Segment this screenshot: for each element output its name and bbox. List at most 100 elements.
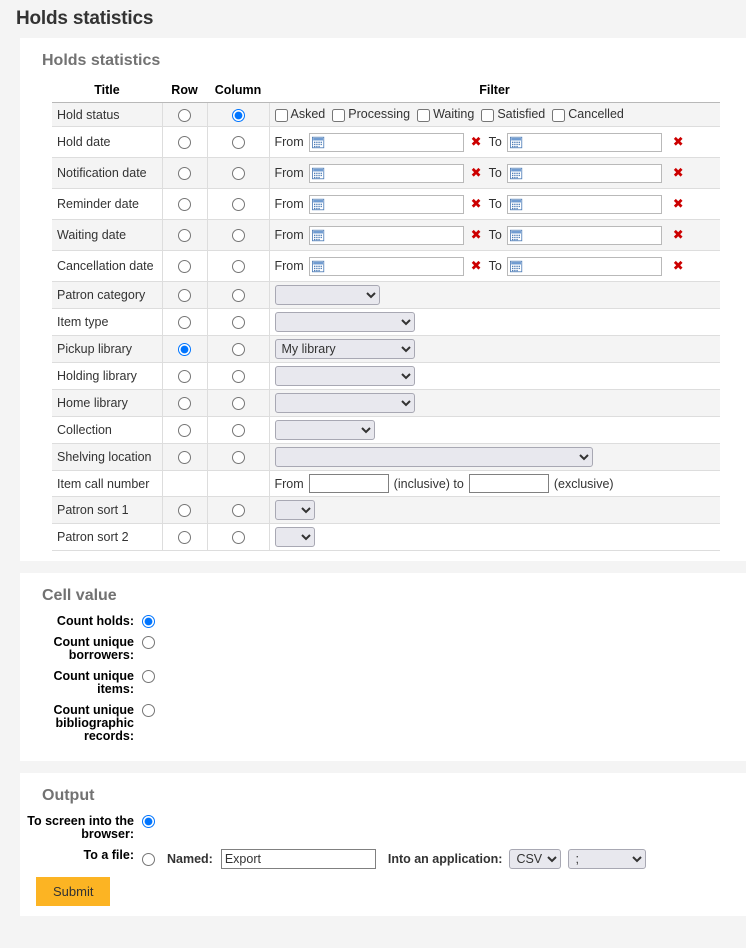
- criteria-filter-cell: [269, 363, 720, 390]
- select-as-row-2-radio[interactable]: [178, 167, 191, 180]
- select-as-column-12-radio[interactable]: [232, 451, 245, 464]
- date-to-input[interactable]: [507, 164, 662, 183]
- cell-value-radio-3[interactable]: [142, 704, 155, 717]
- select-as-column-1-radio[interactable]: [232, 136, 245, 149]
- cell-value-control: [142, 636, 155, 649]
- select-as-row-15-radio[interactable]: [178, 531, 191, 544]
- criteria-filter-cell: From✖To✖: [269, 220, 720, 251]
- select-as-column-11-radio[interactable]: [232, 424, 245, 437]
- select-as-row-9-radio[interactable]: [178, 370, 191, 383]
- select-as-row-12-radio[interactable]: [178, 451, 191, 464]
- select-as-row-11-radio[interactable]: [178, 424, 191, 437]
- criteria-filter-cell: [269, 524, 720, 551]
- hold-status-option-asked[interactable]: Asked: [275, 107, 326, 121]
- hold-status-checkbox-processing[interactable]: [332, 109, 345, 122]
- criteria-row: Notification dateFrom✖To✖: [52, 158, 720, 189]
- hold-status-checkbox-cancelled[interactable]: [552, 109, 565, 122]
- date-to-input[interactable]: [507, 226, 662, 245]
- select-as-column-3-radio[interactable]: [232, 198, 245, 211]
- clear-date-to-icon[interactable]: ✖: [671, 167, 686, 180]
- hold-status-checkbox-satisfied[interactable]: [481, 109, 494, 122]
- filter-select-item-type[interactable]: [275, 312, 415, 332]
- hold-status-checkbox-waiting[interactable]: [417, 109, 430, 122]
- date-to-input[interactable]: [507, 133, 662, 152]
- submit-button[interactable]: Submit: [36, 877, 110, 906]
- criteria-row: Home library: [52, 390, 720, 417]
- select-as-row-0-cell: [162, 103, 207, 127]
- select-as-column-0-radio[interactable]: [232, 109, 245, 122]
- file-format-select[interactable]: CSV: [509, 849, 561, 869]
- clear-date-to-icon[interactable]: ✖: [671, 260, 686, 273]
- select-as-row-6-radio[interactable]: [178, 289, 191, 302]
- clear-date-from-icon[interactable]: ✖: [469, 136, 484, 149]
- select-as-column-2-radio[interactable]: [232, 167, 245, 180]
- criteria-filter-cell: From(inclusive) to(exclusive): [269, 471, 720, 497]
- date-from-wrapper: [309, 133, 464, 152]
- hold-status-option-waiting[interactable]: Waiting: [417, 107, 474, 121]
- select-as-row-3-radio[interactable]: [178, 198, 191, 211]
- output-panel: Output To screen into the browser: To a …: [20, 773, 746, 916]
- date-from-input[interactable]: [309, 226, 464, 245]
- select-as-row-1-radio[interactable]: [178, 136, 191, 149]
- cell-value-radio-2[interactable]: [142, 670, 155, 683]
- select-as-column-7-radio[interactable]: [232, 316, 245, 329]
- criteria-row-title: Notification date: [52, 158, 162, 189]
- filter-select-holding-library[interactable]: [275, 366, 415, 386]
- select-as-column-4-radio[interactable]: [232, 229, 245, 242]
- cell-value-radio-1[interactable]: [142, 636, 155, 649]
- select-as-row-5-radio[interactable]: [178, 260, 191, 273]
- cell-value-control: [142, 615, 155, 628]
- filter-select-patron-category[interactable]: [275, 285, 380, 305]
- criteria-filter-cell: [269, 417, 720, 444]
- date-from-input[interactable]: [309, 133, 464, 152]
- select-as-column-14-cell: [207, 497, 269, 524]
- select-as-column-14-radio[interactable]: [232, 504, 245, 517]
- cell-value-radio-0[interactable]: [142, 615, 155, 628]
- criteria-row: Shelving location: [52, 444, 720, 471]
- to-screen-radio[interactable]: [142, 815, 155, 828]
- filter-select-patron-sort-1[interactable]: [275, 500, 315, 520]
- select-as-column-2-cell: [207, 158, 269, 189]
- clear-date-to-icon[interactable]: ✖: [671, 198, 686, 211]
- clear-date-from-icon[interactable]: ✖: [469, 229, 484, 242]
- filter-select-pickup-library[interactable]: My library: [275, 339, 415, 359]
- export-name-input[interactable]: [221, 849, 376, 869]
- select-as-row-10-radio[interactable]: [178, 397, 191, 410]
- select-as-row-4-radio[interactable]: [178, 229, 191, 242]
- clear-date-from-icon[interactable]: ✖: [469, 260, 484, 273]
- clear-date-to-icon[interactable]: ✖: [671, 229, 686, 242]
- date-to-input[interactable]: [507, 257, 662, 276]
- callnumber-to-input[interactable]: [469, 474, 549, 493]
- filter-select-patron-sort-2[interactable]: [275, 527, 315, 547]
- hold-status-option-satisfied[interactable]: Satisfied: [481, 107, 545, 121]
- select-as-column-5-radio[interactable]: [232, 260, 245, 273]
- select-as-column-10-radio[interactable]: [232, 397, 245, 410]
- filter-select-home-library[interactable]: [275, 393, 415, 413]
- select-as-column-9-radio[interactable]: [232, 370, 245, 383]
- select-as-column-6-radio[interactable]: [232, 289, 245, 302]
- callnumber-from-input[interactable]: [309, 474, 389, 493]
- select-as-row-7-radio[interactable]: [178, 316, 191, 329]
- select-as-row-14-radio[interactable]: [178, 504, 191, 517]
- hold-status-option-processing[interactable]: Processing: [332, 107, 410, 121]
- date-from-input[interactable]: [309, 257, 464, 276]
- select-as-column-15-radio[interactable]: [232, 531, 245, 544]
- select-as-row-0-radio[interactable]: [178, 109, 191, 122]
- date-to-input[interactable]: [507, 195, 662, 214]
- date-from-input[interactable]: [309, 164, 464, 183]
- select-as-column-9-cell: [207, 363, 269, 390]
- filter-select-collection[interactable]: [275, 420, 375, 440]
- clear-date-from-icon[interactable]: ✖: [469, 167, 484, 180]
- hold-status-checkbox-asked[interactable]: [275, 109, 288, 122]
- hold-status-option-cancelled[interactable]: Cancelled: [552, 107, 624, 121]
- select-as-column-8-radio[interactable]: [232, 343, 245, 356]
- cell-value-options: Count holds:Count unique borrowers:Count…: [20, 615, 746, 743]
- clear-date-from-icon[interactable]: ✖: [469, 198, 484, 211]
- select-as-row-8-radio[interactable]: [178, 343, 191, 356]
- date-from-input[interactable]: [309, 195, 464, 214]
- filter-select-shelving-location[interactable]: [275, 447, 593, 467]
- to-file-radio[interactable]: [142, 853, 155, 866]
- criteria-filter-cell: From✖To✖: [269, 127, 720, 158]
- field-separator-select[interactable]: ;: [568, 849, 646, 869]
- clear-date-to-icon[interactable]: ✖: [671, 136, 686, 149]
